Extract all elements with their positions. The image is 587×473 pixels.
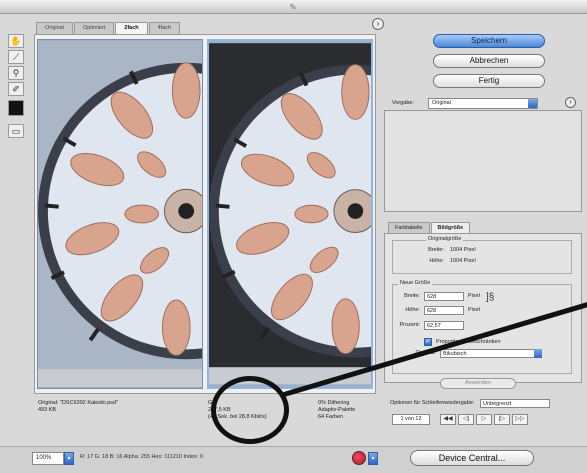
- quality-select[interactable]: Bikubisch: [440, 349, 540, 358]
- zoom-icon[interactable]: ⚲: [8, 66, 24, 80]
- apply-button[interactable]: Anwenden: [440, 378, 516, 389]
- palette-info: Adaptiv-Palette: [318, 407, 356, 413]
- kaleidoscope-image-optimized: [209, 43, 371, 385]
- link-chain-icon: ]§: [486, 292, 495, 303]
- tab-4up[interactable]: 4fach: [148, 22, 181, 34]
- browser-dropdown-icon[interactable]: ▾: [368, 452, 378, 465]
- new-size-legend: Neue Größe: [398, 280, 433, 286]
- panel-tabs: Farbtabelle Bildgröße: [388, 222, 471, 233]
- new-height-input[interactable]: 628: [424, 306, 464, 315]
- original-width-value: 1004 Pixel: [450, 247, 476, 253]
- loop-options-select[interactable]: Unbegrenzt: [480, 399, 550, 408]
- new-width-unit: Pixel: [468, 293, 480, 299]
- chevron-down-icon[interactable]: [528, 99, 537, 108]
- constrain-proportions-checkbox[interactable]: ✓: [424, 338, 432, 346]
- save-button[interactable]: Speichern: [433, 34, 545, 48]
- optimized-preview-pane[interactable]: [207, 39, 373, 389]
- preview-menu-icon[interactable]: ›: [372, 18, 384, 30]
- preset-select[interactable]: Original: [428, 98, 538, 109]
- optimization-settings-panel: [384, 110, 582, 212]
- prev-frame-icon[interactable]: ◁|: [458, 414, 474, 425]
- original-height-label: Höhe:: [429, 258, 444, 264]
- zoom-level-field[interactable]: 100%: [32, 452, 64, 465]
- kaleidoscope-image: [38, 41, 202, 387]
- color-swatch-icon[interactable]: [8, 100, 24, 116]
- tab-optimized[interactable]: Optimiert: [73, 22, 115, 34]
- chevron-down-icon[interactable]: [534, 349, 542, 358]
- original-filename: Original: "DSC6392 Kaleido.psd": [38, 400, 119, 406]
- last-frame-icon[interactable]: ▷▷: [512, 414, 528, 425]
- play-icon[interactable]: ▷: [476, 414, 492, 425]
- percent-input[interactable]: 62,57: [424, 321, 464, 330]
- dithering-info: 0% Dithering: [318, 400, 350, 406]
- color-count-info: 64 Farben: [318, 414, 344, 420]
- device-central-button[interactable]: Device Central...: [410, 450, 534, 466]
- original-info: Original: "DSC6392 Kaleido.psd" 493 KB: [38, 400, 198, 414]
- original-preview-pane[interactable]: [37, 39, 203, 389]
- loop-options-label: Optionen für Schleifenwiedergabe:: [390, 400, 475, 406]
- new-width-label: Breite:: [404, 293, 420, 299]
- frame-counter: 1 von 12: [392, 414, 430, 425]
- new-height-label: Höhe:: [405, 307, 420, 313]
- preview-tabs: Original Optimiert 2fach 4fach: [36, 22, 181, 34]
- tab-2up[interactable]: 2fach: [115, 22, 148, 34]
- percent-label: Prozent:: [399, 322, 420, 328]
- toggle-slices-icon[interactable]: ▭: [8, 124, 24, 138]
- original-size-legend: Originalgröße: [426, 236, 464, 242]
- animation-controls: ◀◀ ◁| ▷ |▷ ▷▷: [440, 414, 530, 425]
- slice-select-icon[interactable]: ⟋: [8, 50, 24, 64]
- zoom-dropdown-icon[interactable]: ▾: [64, 452, 74, 465]
- first-frame-icon[interactable]: ◀◀: [440, 414, 456, 425]
- preset-label: Vorgabe:: [392, 100, 415, 106]
- cancel-button[interactable]: Abbrechen: [433, 54, 545, 68]
- preview-area: [34, 34, 376, 394]
- optimize-menu-icon[interactable]: ›: [565, 97, 576, 108]
- tab-image-size[interactable]: Bildgröße: [430, 222, 471, 233]
- toolbox: ✋ ⟋ ⚲ ✐ ▭: [8, 34, 26, 140]
- original-height-value: 1004 Pixel: [450, 258, 476, 264]
- new-width-input[interactable]: 628: [424, 292, 464, 301]
- optimized-settings-info: 0% Dithering Adaptiv-Palette 64 Farben: [318, 400, 378, 421]
- original-width-label: Breite:: [428, 247, 444, 253]
- done-button[interactable]: Fertig: [433, 74, 545, 88]
- browser-preview-icon[interactable]: [352, 451, 366, 465]
- tab-color-table[interactable]: Farbtabelle: [388, 222, 430, 233]
- next-frame-icon[interactable]: |▷: [494, 414, 510, 425]
- eyedropper-icon[interactable]: ✐: [8, 82, 24, 96]
- hand-tool-icon[interactable]: ✋: [8, 34, 24, 48]
- original-filesize: 493 KB: [38, 407, 57, 413]
- original-size-group: [392, 240, 572, 274]
- tab-original[interactable]: Original: [36, 22, 73, 34]
- annotation-circle: [211, 376, 289, 444]
- new-height-unit: Pixel: [468, 307, 480, 313]
- pixel-color-readout: R: 17 G: 18 B: 16 Alpha: 255 Hex: 111210…: [80, 454, 204, 460]
- app-icon: ✎: [289, 2, 297, 12]
